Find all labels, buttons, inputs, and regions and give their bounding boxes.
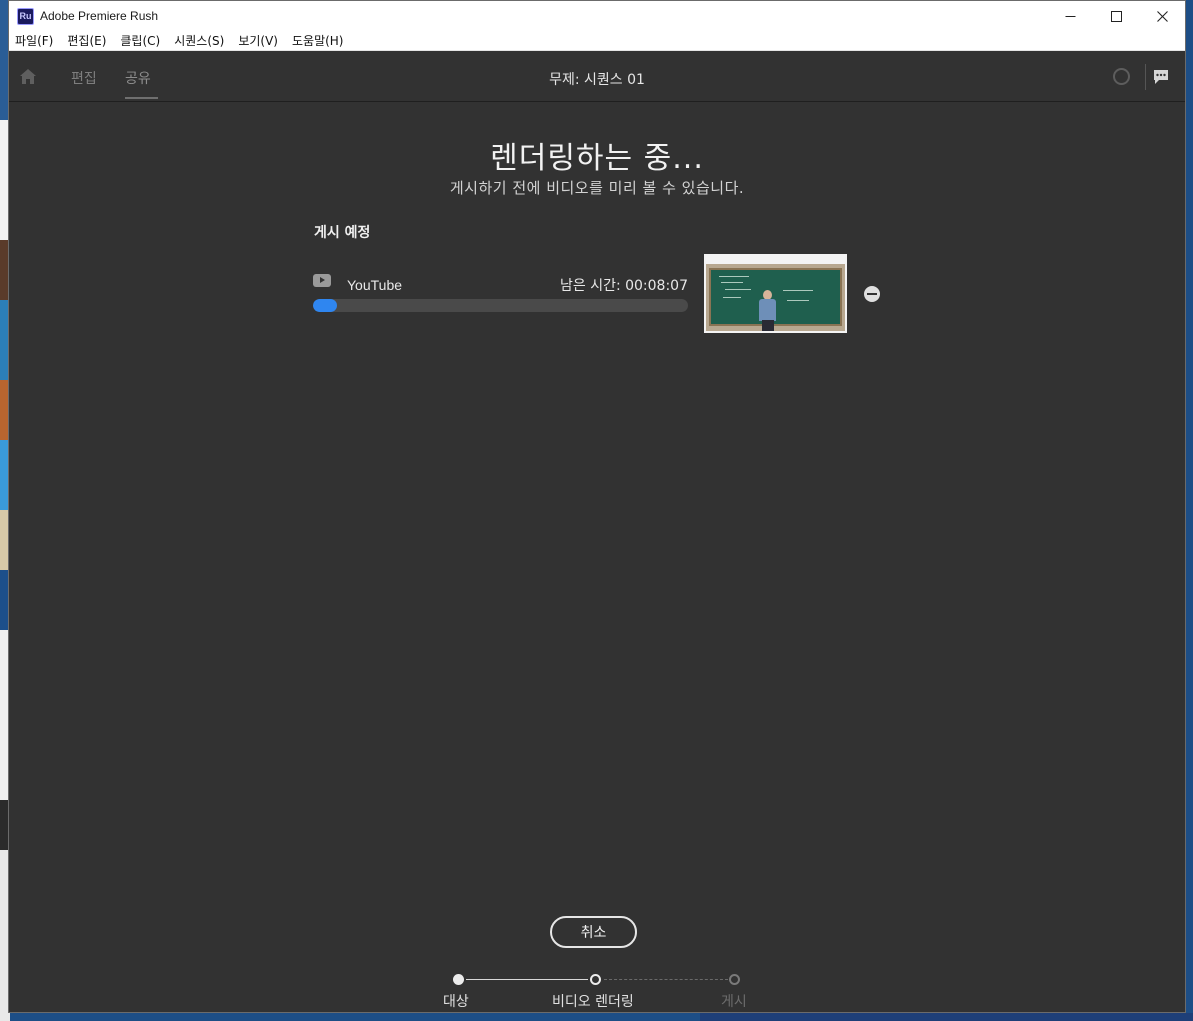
premiere-rush-icon: Ru <box>17 7 34 25</box>
app-window: Ru Adobe Premiere Rush 파일(F) 편집(E) 클립(C)… <box>8 0 1186 1013</box>
video-thumbnail <box>704 254 847 333</box>
minimize-button[interactable] <box>1047 1 1093 31</box>
step-label-publish: 게시 <box>721 994 747 1010</box>
chalk-line <box>787 300 809 301</box>
chalk-line <box>783 290 813 291</box>
stepper-line-complete <box>466 979 588 980</box>
header-divider <box>1145 64 1146 90</box>
chalk-line <box>725 289 751 290</box>
menu-sequence[interactable]: 시퀀스(S) <box>174 32 224 49</box>
chalk-line <box>719 276 749 277</box>
step-label-destination: 대상 <box>443 994 469 1010</box>
feedback-chat-icon[interactable] <box>1152 68 1170 86</box>
project-title: 무제: 시퀀스 01 <box>549 72 645 88</box>
render-subheading: 게시하기 전에 비디오를 미리 볼 수 있습니다. <box>449 179 745 197</box>
destination-name: YouTube <box>347 277 403 293</box>
chalk-line <box>721 282 743 283</box>
cancel-button[interactable]: 취소 <box>550 916 637 948</box>
progress-ring-icon <box>1113 68 1130 85</box>
app-header: 편집 공유 무제: 시퀀스 01 <box>9 52 1185 102</box>
menu-clip[interactable]: 클립(C) <box>120 32 160 49</box>
menu-view[interactable]: 보기(V) <box>238 32 278 49</box>
thumbnail-person-body <box>759 299 776 321</box>
render-heading: 렌더링하는 중... <box>490 141 704 176</box>
thumbnail-person-legs <box>762 320 774 331</box>
title-bar: Ru Adobe Premiere Rush <box>9 1 1185 31</box>
render-progress-bar <box>313 299 688 312</box>
taskbar-edge <box>700 1013 1193 1021</box>
maximize-button[interactable] <box>1093 1 1139 31</box>
maximize-icon <box>1110 10 1122 22</box>
share-render-panel: 렌더링하는 중... 게시하기 전에 비디오를 미리 볼 수 있습니다. 게시 … <box>9 103 1185 1012</box>
close-button[interactable] <box>1139 1 1185 31</box>
step-label-render: 비디오 렌더링 <box>552 994 634 1010</box>
share-stepper: 대상 비디오 렌더링 게시 <box>9 969 1185 1012</box>
menu-help[interactable]: 도움말(H) <box>292 32 344 49</box>
minimize-icon <box>1065 15 1075 17</box>
menu-file[interactable]: 파일(F) <box>15 32 53 49</box>
menu-bar: 파일(F) 편집(E) 클립(C) 시퀀스(S) 보기(V) 도움말(H) <box>9 31 1185 51</box>
step-dot-render <box>590 974 601 985</box>
time-remaining: 남은 시간: 00:08:07 <box>559 278 688 294</box>
menu-edit[interactable]: 편집(E) <box>67 32 106 49</box>
youtube-icon <box>313 274 331 287</box>
render-progress-fill <box>313 299 338 312</box>
window-title: Adobe Premiere Rush <box>40 9 159 23</box>
stepper-line-pending <box>604 979 728 980</box>
remove-destination-icon[interactable] <box>864 286 880 302</box>
step-dot-publish <box>729 974 740 985</box>
scheduled-section-label: 게시 예정 <box>314 225 371 241</box>
active-tab-indicator <box>125 97 158 99</box>
close-icon <box>1156 10 1168 22</box>
step-dot-destination <box>453 974 464 985</box>
chalk-line <box>723 297 741 298</box>
window-controls <box>1047 1 1185 31</box>
